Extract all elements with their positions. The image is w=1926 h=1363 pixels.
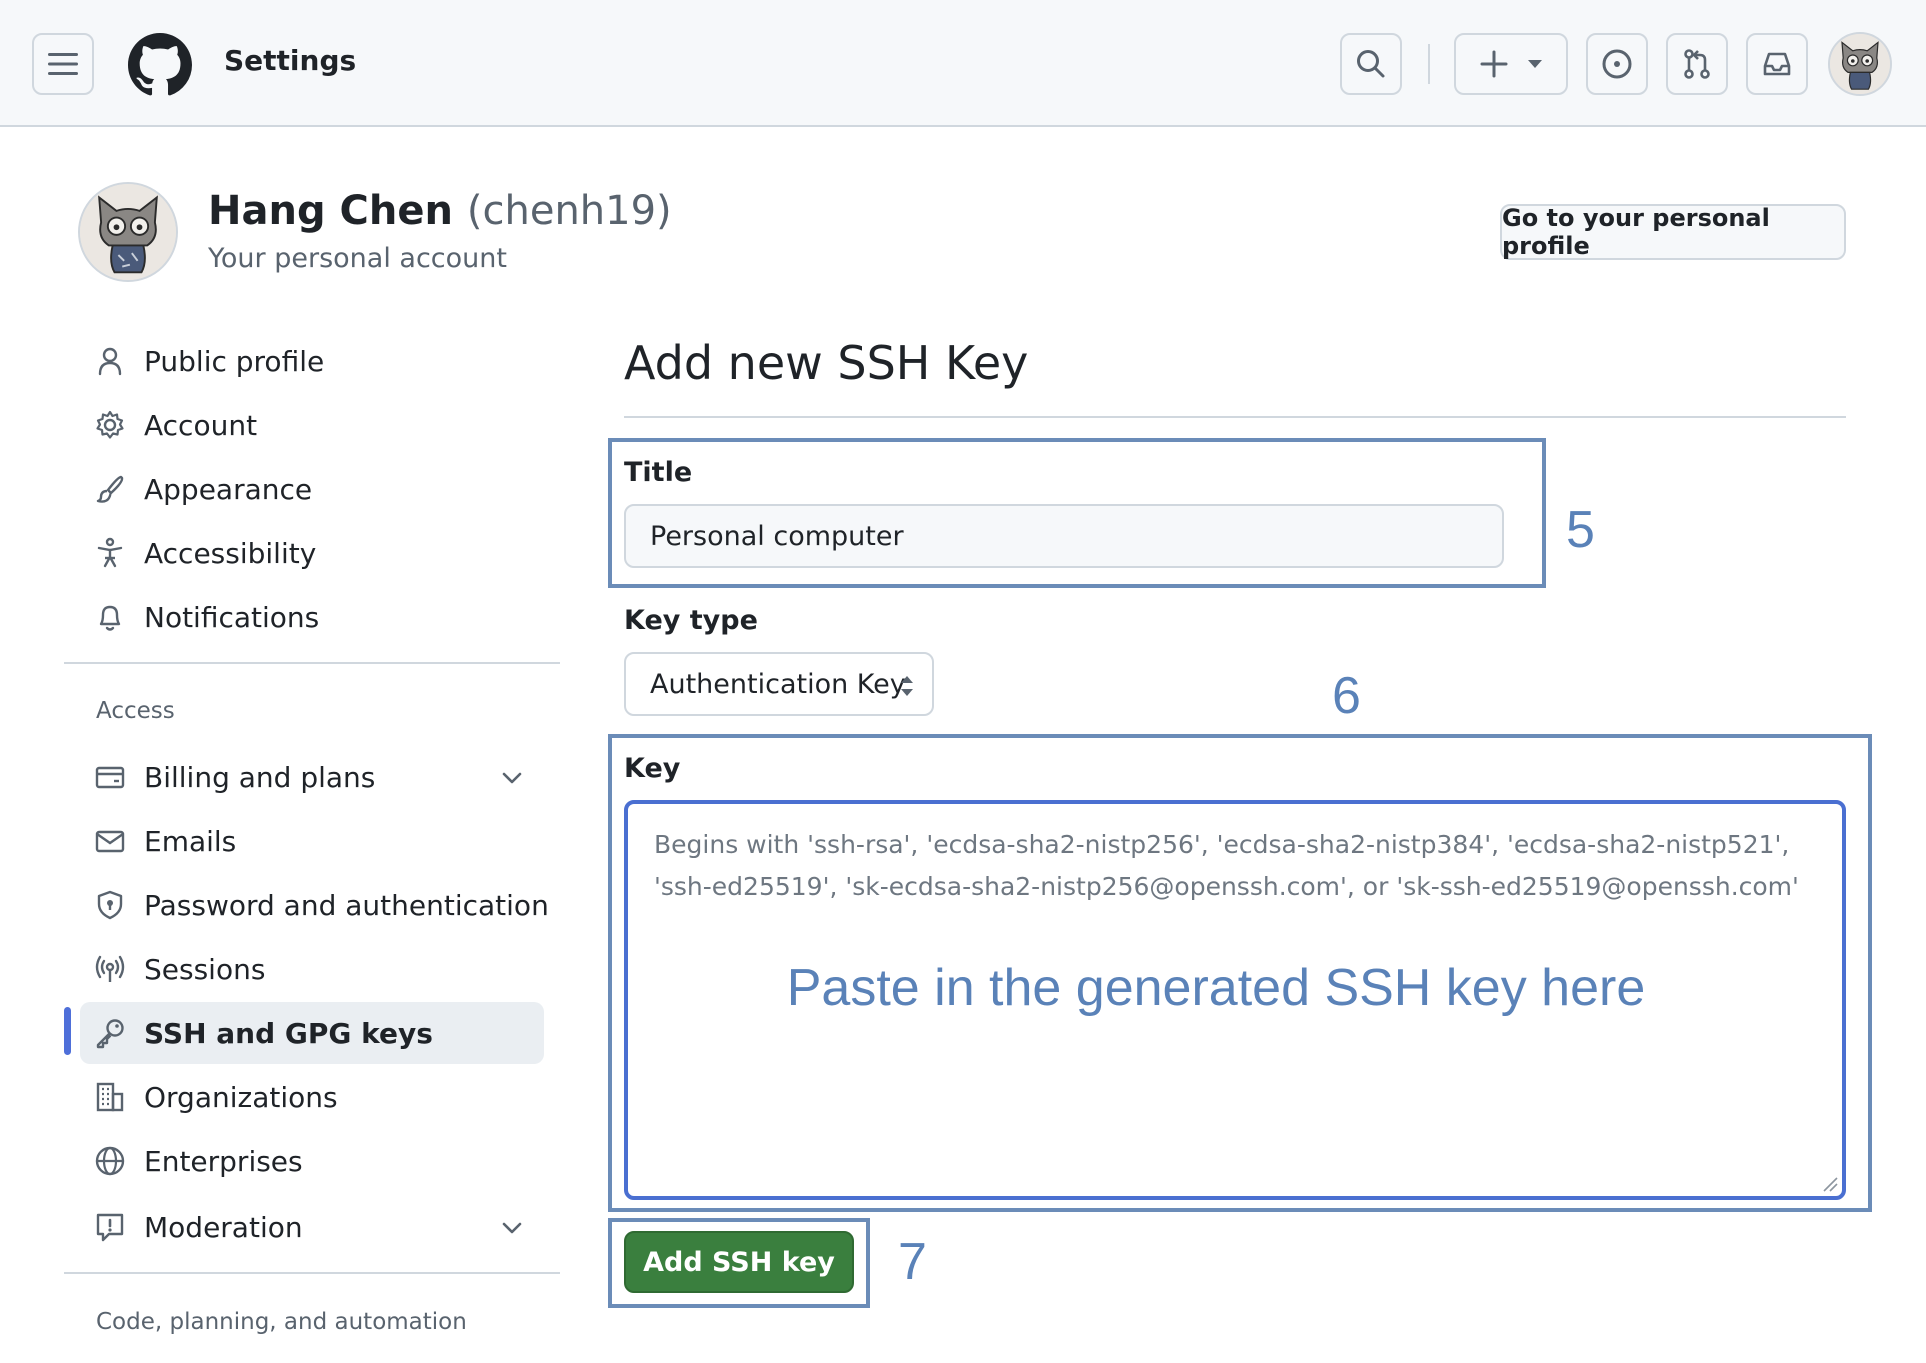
issues-button[interactable] bbox=[1586, 33, 1648, 95]
sidebar-item-billing[interactable]: Billing and plans bbox=[80, 746, 544, 808]
broadcast-icon bbox=[95, 955, 125, 982]
create-new-dropdown[interactable] bbox=[1454, 33, 1568, 95]
gear-icon bbox=[96, 410, 124, 439]
sidebar-item-public-profile[interactable]: Public profile bbox=[80, 330, 544, 392]
sidebar-divider bbox=[64, 662, 560, 664]
header-divider bbox=[1428, 44, 1430, 84]
sidebar-item-password-authentication[interactable]: Password and authentication bbox=[80, 874, 549, 936]
sidebar-item-label: Enterprises bbox=[144, 1144, 303, 1178]
paintbrush-icon bbox=[96, 475, 124, 503]
plus-icon bbox=[1480, 50, 1508, 78]
sidebar-item-accessibility[interactable]: Accessibility bbox=[80, 522, 544, 584]
search-button[interactable] bbox=[1340, 33, 1402, 95]
sidebar-item-label: Public profile bbox=[144, 344, 325, 378]
sidebar-heading-code-planning: Code, planning, and automation bbox=[96, 1309, 467, 1335]
annotation-box-submit bbox=[608, 1218, 870, 1308]
profile-display-name: Hang Chen bbox=[208, 188, 453, 234]
sidebar-item-enterprises[interactable]: Enterprises bbox=[80, 1130, 544, 1192]
key-type-selected-value: Authentication Key bbox=[650, 668, 906, 700]
annotation-paste-note: Paste in the generated SSH key here bbox=[786, 959, 1646, 1017]
sidebar-item-organizations[interactable]: Organizations bbox=[80, 1066, 544, 1128]
active-item-indicator bbox=[64, 1007, 71, 1055]
annotation-step-5: 5 bbox=[1566, 501, 1595, 559]
shield-lock-icon bbox=[97, 890, 123, 920]
sidebar-item-appearance[interactable]: Appearance bbox=[80, 458, 544, 520]
title-divider bbox=[624, 416, 1846, 418]
annotation-box-title bbox=[608, 438, 1546, 588]
sidebar-item-moderation[interactable]: Moderation bbox=[80, 1196, 544, 1258]
annotation-step-6: 6 bbox=[1332, 667, 1361, 725]
sidebar-item-ssh-gpg-keys[interactable]: SSH and GPG keys bbox=[80, 1002, 544, 1064]
sidebar-divider bbox=[64, 1272, 560, 1274]
sidebar-item-label: Sessions bbox=[144, 952, 266, 986]
issue-opened-icon bbox=[1602, 49, 1632, 79]
hamburger-menu-icon bbox=[48, 53, 78, 75]
credit-card-icon bbox=[95, 766, 125, 789]
sidebar-item-account[interactable]: Account bbox=[80, 394, 544, 456]
octocat-avatar-icon bbox=[1830, 34, 1890, 94]
bell-icon bbox=[99, 605, 121, 631]
sidebar-item-label: Billing and plans bbox=[144, 760, 376, 794]
key-type-field-label: Key type bbox=[624, 605, 758, 636]
sidebar-item-label: Moderation bbox=[144, 1210, 303, 1244]
sidebar-item-label: Accessibility bbox=[144, 536, 317, 570]
sidebar-item-label: Account bbox=[144, 408, 258, 442]
profile-avatar bbox=[78, 182, 178, 282]
report-icon bbox=[96, 1213, 124, 1242]
go-to-personal-profile-button[interactable]: Go to your personal profile bbox=[1500, 204, 1846, 260]
hamburger-menu-button[interactable] bbox=[32, 33, 94, 95]
accessibility-icon bbox=[97, 537, 123, 568]
sidebar-item-label: Notifications bbox=[144, 600, 320, 634]
key-icon bbox=[96, 1019, 124, 1049]
mail-icon bbox=[95, 830, 125, 853]
person-icon bbox=[98, 347, 122, 376]
search-icon bbox=[1357, 50, 1385, 78]
annotation-step-7: 7 bbox=[898, 1233, 927, 1291]
key-type-select[interactable]: Authentication Key bbox=[624, 652, 934, 716]
organization-icon bbox=[96, 1082, 124, 1112]
select-arrows-icon bbox=[901, 676, 913, 696]
globe-icon bbox=[95, 1146, 125, 1176]
chevron-down-icon bbox=[502, 772, 522, 784]
inbox-button[interactable] bbox=[1746, 33, 1808, 95]
github-logo-icon[interactable] bbox=[128, 33, 192, 97]
sidebar-heading-access: Access bbox=[96, 698, 175, 724]
page-title: Add new SSH Key bbox=[624, 336, 1029, 390]
git-pull-request-icon bbox=[1684, 49, 1710, 79]
page-context-title[interactable]: Settings bbox=[224, 44, 356, 77]
sidebar-item-notifications[interactable]: Notifications bbox=[80, 586, 544, 648]
octocat-avatar-icon bbox=[80, 184, 176, 280]
pull-requests-button[interactable] bbox=[1666, 33, 1728, 95]
sidebar-item-label: Emails bbox=[144, 824, 237, 858]
profile-name: Hang Chen (chenh19) bbox=[208, 188, 672, 234]
chevron-down-icon bbox=[502, 1222, 522, 1234]
sidebar-item-label: Organizations bbox=[144, 1080, 338, 1114]
sidebar-item-label: Password and authentication bbox=[144, 888, 549, 922]
inbox-icon bbox=[1763, 52, 1791, 76]
top-navigation-bar: Settings bbox=[0, 0, 1926, 127]
profile-login: (chenh19) bbox=[466, 188, 672, 234]
sidebar-item-label: SSH and GPG keys bbox=[144, 1016, 433, 1050]
sidebar-item-label: Appearance bbox=[144, 472, 313, 506]
sidebar-item-emails[interactable]: Emails bbox=[80, 810, 544, 872]
sidebar-item-sessions[interactable]: Sessions bbox=[80, 938, 544, 1000]
profile-subtitle: Your personal account bbox=[208, 243, 507, 274]
triangle-down-icon bbox=[1528, 60, 1542, 68]
user-avatar-menu[interactable] bbox=[1828, 32, 1892, 96]
